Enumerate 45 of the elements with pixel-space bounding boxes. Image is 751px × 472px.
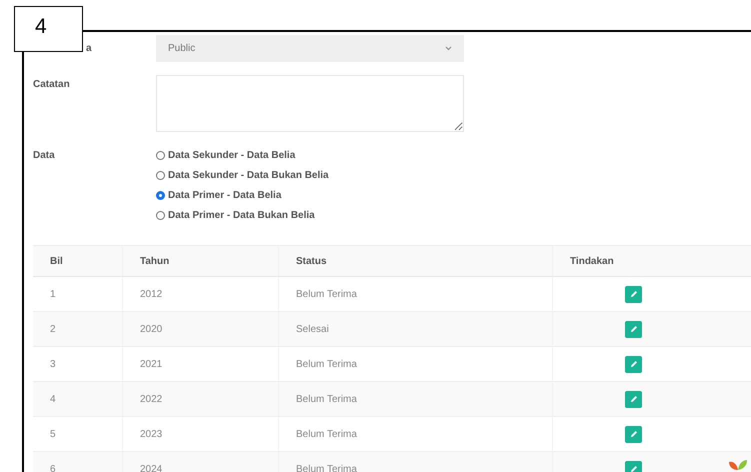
column-header: Status	[279, 246, 553, 276]
radio-option[interactable]: Data Sekunder - Data Belia	[156, 148, 329, 163]
table-cell: 2021	[123, 347, 279, 381]
table-cell: Belum Terima	[279, 382, 553, 416]
table-cell: 2020	[123, 312, 279, 346]
table-cell: Belum Terima	[279, 417, 553, 451]
chevron-icon	[445, 46, 452, 51]
edit-button[interactable]	[625, 320, 642, 338]
annotation-label: 4	[14, 6, 83, 52]
column-header: Bil	[33, 246, 123, 276]
table-cell: 2024	[123, 452, 279, 472]
pencil-icon	[630, 430, 638, 438]
table-cell: 2022	[123, 382, 279, 416]
table-cell: 1	[33, 277, 123, 311]
table-cell: 2	[33, 312, 123, 346]
pencil-icon	[630, 325, 638, 333]
table-cell: 3	[33, 347, 123, 381]
field-label: a	[86, 43, 92, 54]
radio-option[interactable]: Data Primer - Data Belia	[156, 188, 329, 203]
pencil-icon	[630, 465, 638, 472]
radio-option[interactable]: Data Sekunder - Data Bukan Belia	[156, 168, 329, 183]
edit-button[interactable]	[625, 390, 642, 408]
table-cell: 6	[33, 452, 123, 472]
access-select[interactable]: Public	[156, 35, 464, 62]
leaf-icon	[727, 458, 749, 470]
table-cell: Belum Terima	[279, 277, 553, 311]
radio-option[interactable]: Data Primer - Data Bukan Belia	[156, 208, 329, 223]
edit-button[interactable]	[625, 286, 642, 302]
edit-button[interactable]	[625, 356, 642, 372]
column-header: Tahun	[123, 246, 279, 276]
edit-button[interactable]	[625, 426, 642, 442]
table-cell: Belum Terima	[279, 452, 553, 472]
field-label: Data	[33, 149, 56, 163]
table-cell: Selesai	[279, 312, 553, 346]
pencil-icon	[630, 290, 638, 298]
pencil-icon	[630, 360, 638, 368]
table-cell: 2023	[123, 417, 279, 451]
table-cell: 2012	[123, 277, 279, 311]
table-cell: 4	[33, 382, 123, 416]
column-header: Tindakan	[553, 246, 751, 276]
notes-field[interactable]	[156, 75, 464, 132]
pencil-icon	[630, 395, 638, 403]
table-cell: 5	[33, 417, 123, 451]
table-cell: Belum Terima	[279, 347, 553, 381]
field-label: Catatan	[33, 78, 71, 92]
